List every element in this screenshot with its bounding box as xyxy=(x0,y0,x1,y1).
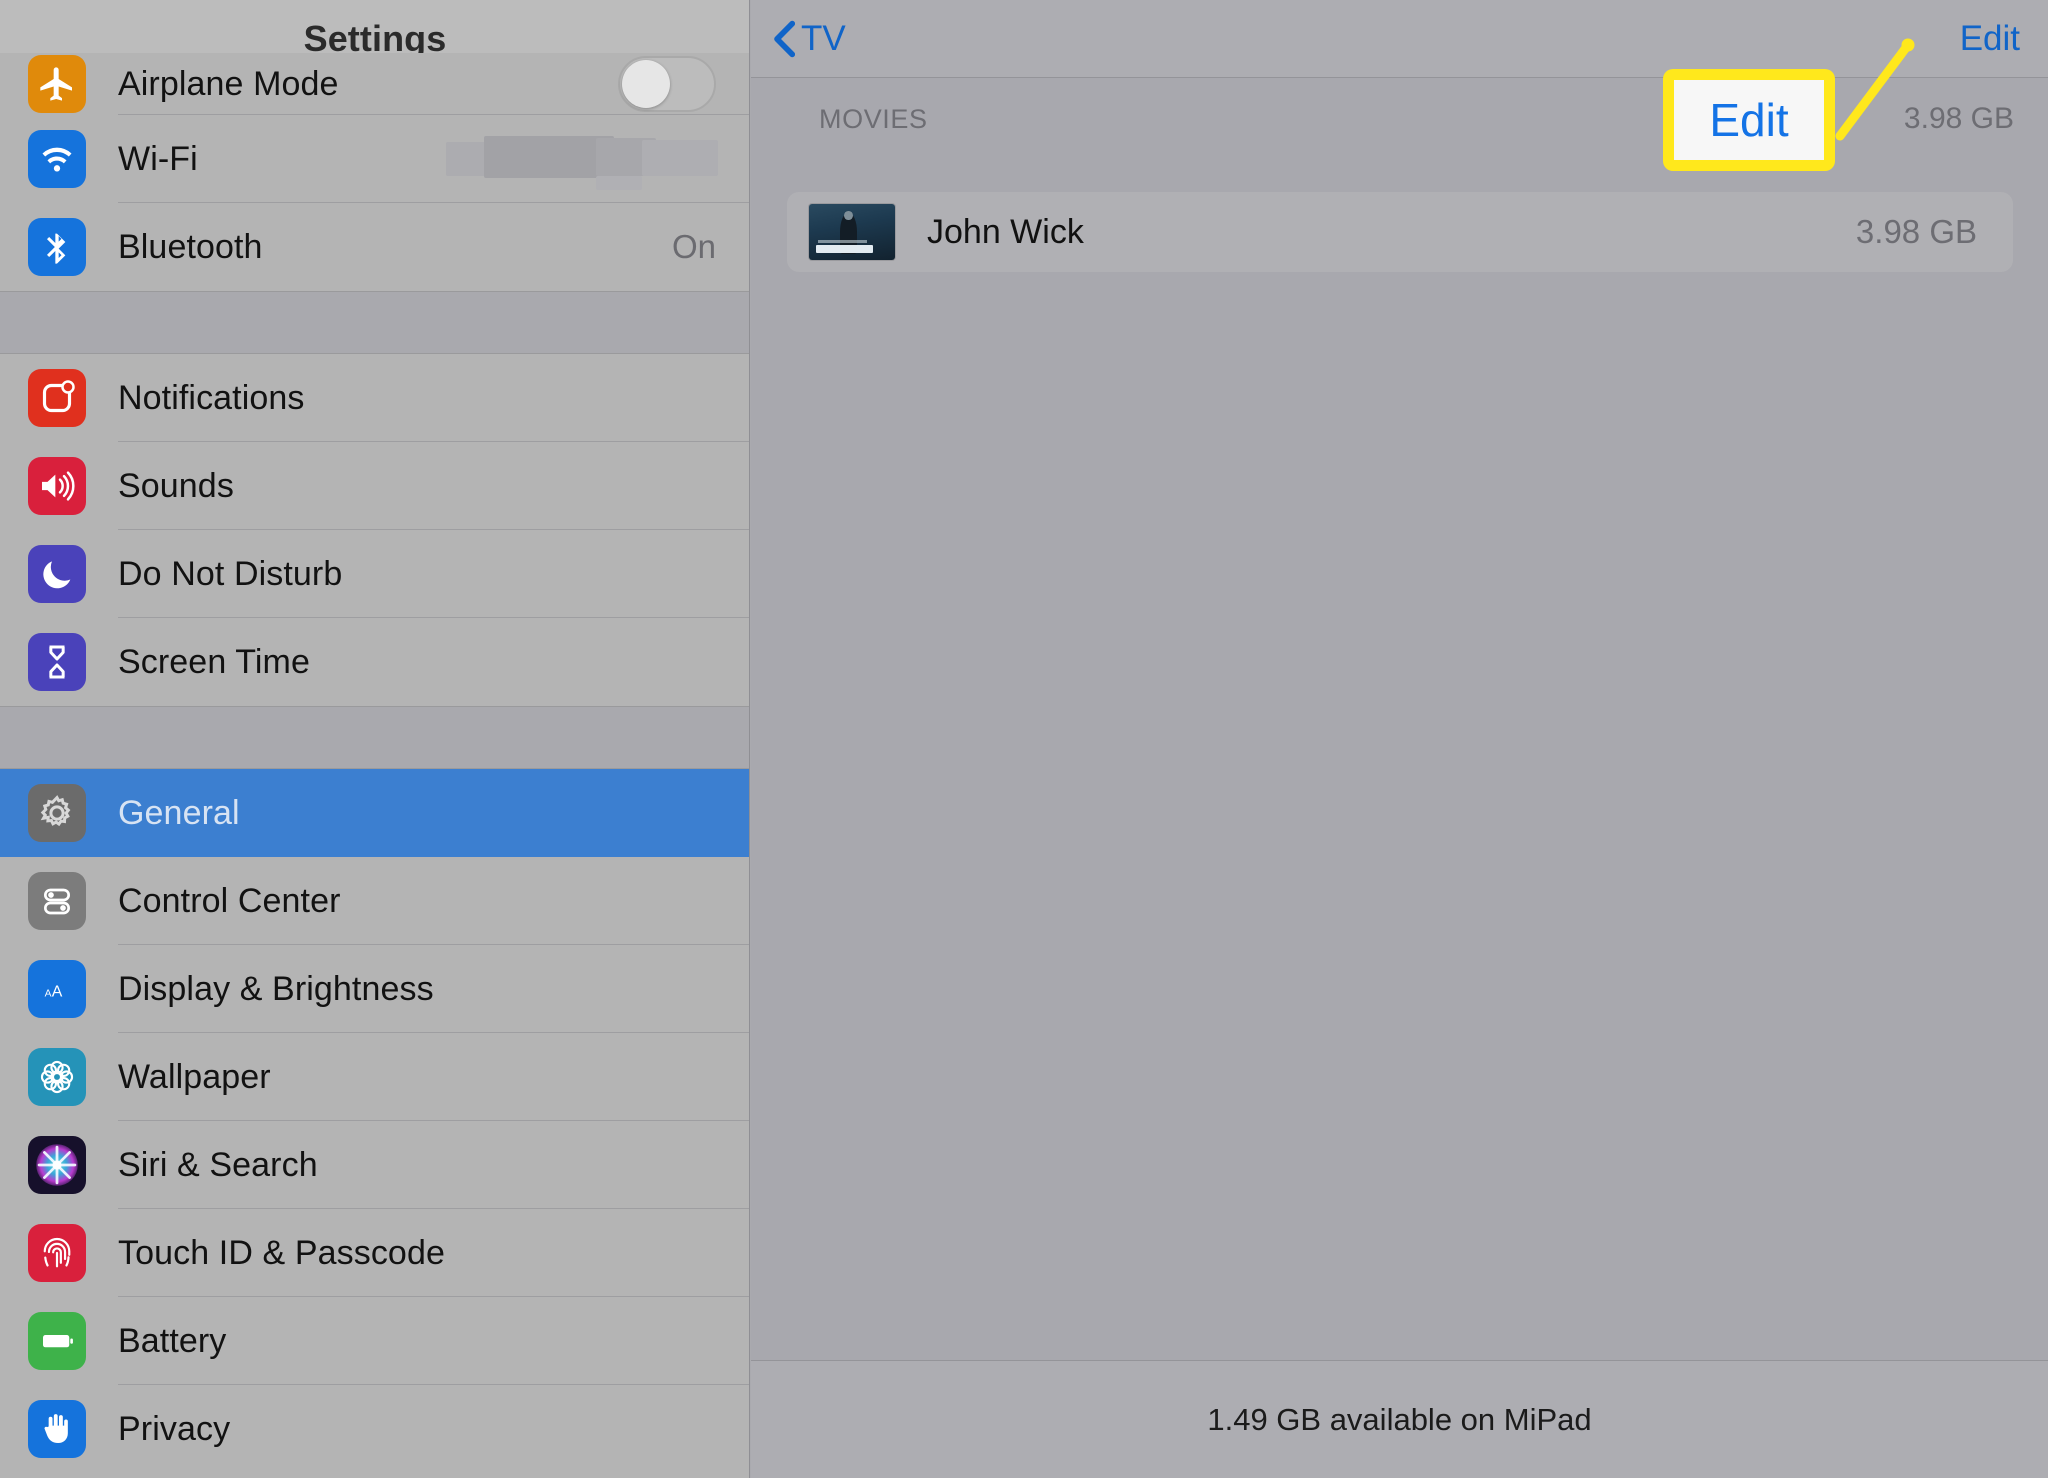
ipad-settings-screen: Settings Airplane Mode Wi-Fi Bluetooth O… xyxy=(0,0,2048,1478)
sidebar-item-label: Privacy xyxy=(118,1409,231,1448)
section-label: MOVIES xyxy=(819,104,928,134)
sounds-icon xyxy=(28,457,86,515)
sidebar-item-bluetooth[interactable]: Bluetooth On xyxy=(0,203,749,291)
svg-text:A: A xyxy=(45,989,52,1000)
display-brightness-icon: AA xyxy=(28,960,86,1018)
sidebar-item-touch-id-passcode[interactable]: Touch ID & Passcode xyxy=(0,1209,749,1297)
sidebar-item-label: General xyxy=(118,793,240,832)
sidebar-item-label: Display & Brightness xyxy=(118,969,434,1008)
callout-label: Edit xyxy=(1709,94,1789,146)
sidebar-item-control-center[interactable]: Control Center xyxy=(0,857,749,945)
tv-storage-detail-pane: TV Edit MOVIES 3.98 GB John Wick 3.98 GB… xyxy=(751,0,2048,1478)
john-wick-poster xyxy=(809,204,895,260)
hourglass-icon xyxy=(28,633,86,691)
sidebar-item-label: Bluetooth xyxy=(118,227,263,266)
sidebar-item-label: Siri & Search xyxy=(118,1145,318,1184)
notifications-icon xyxy=(28,369,86,427)
movie-size-value: 3.98 GB xyxy=(1855,213,1977,250)
sidebar-group-system: General Control Center AA Display & Brig… xyxy=(0,769,749,1473)
sidebar-group-connectivity: Airplane Mode Wi-Fi Bluetooth On xyxy=(0,53,749,291)
sidebar-group-divider xyxy=(0,706,749,769)
sidebar-item-privacy[interactable]: Privacy xyxy=(0,1385,749,1473)
sidebar-item-screen-time[interactable]: Screen Time xyxy=(0,618,749,706)
available-storage-text: 1.49 GB available on MiPad xyxy=(1207,1401,1592,1437)
sidebar-item-notifications[interactable]: Notifications xyxy=(0,354,749,442)
sidebar-group-divider xyxy=(0,291,749,354)
sidebar-item-airplane-mode[interactable]: Airplane Mode xyxy=(0,53,749,115)
sidebar-item-label: Screen Time xyxy=(118,642,310,681)
sidebar-item-label: Control Center xyxy=(118,881,341,920)
chevron-left-icon xyxy=(774,20,795,58)
airplane-mode-toggle[interactable] xyxy=(618,56,716,112)
edit-highlight-callout: Edit xyxy=(1663,69,1835,171)
sidebar-item-battery[interactable]: Battery xyxy=(0,1297,749,1385)
sidebar-item-sounds[interactable]: Sounds xyxy=(0,442,749,530)
storage-footer-bar: 1.49 GB available on MiPad xyxy=(751,1360,2048,1478)
bluetooth-status-value: On xyxy=(671,228,716,265)
privacy-hand-icon xyxy=(28,1400,86,1458)
svg-text:A: A xyxy=(52,984,63,1001)
wallpaper-icon xyxy=(28,1048,86,1106)
battery-icon xyxy=(28,1312,86,1370)
wifi-icon xyxy=(28,130,86,188)
bluetooth-icon xyxy=(28,218,86,276)
sidebar-item-do-not-disturb[interactable]: Do Not Disturb xyxy=(0,530,749,618)
annotation-leader-line xyxy=(1835,38,1915,141)
airplane-icon xyxy=(28,55,86,113)
toggle-knob xyxy=(622,60,670,108)
sidebar-item-wifi[interactable]: Wi-Fi xyxy=(0,115,749,203)
sidebar-item-siri-search[interactable]: Siri & Search xyxy=(0,1121,749,1209)
sidebar-group-alerts: Notifications Sounds Do Not Disturb Scre… xyxy=(0,354,749,706)
sidebar-scroll-area[interactable]: Airplane Mode Wi-Fi Bluetooth On Notific… xyxy=(0,53,749,1478)
moon-icon xyxy=(28,545,86,603)
list-item[interactable]: John Wick 3.98 GB xyxy=(787,192,2013,272)
sidebar-item-label: Do Not Disturb xyxy=(118,554,343,593)
back-button[interactable]: TV xyxy=(773,0,846,78)
back-button-label: TV xyxy=(801,19,846,58)
sidebar-item-label: Notifications xyxy=(118,378,305,417)
siri-icon xyxy=(28,1136,86,1194)
wifi-network-value-redacted xyxy=(446,136,718,190)
touch-id-icon xyxy=(28,1224,86,1282)
sidebar-item-display-brightness[interactable]: AA Display & Brightness xyxy=(0,945,749,1033)
sidebar-item-general[interactable]: General xyxy=(0,769,749,857)
sidebar-item-label: Touch ID & Passcode xyxy=(118,1233,445,1272)
sidebar-item-label: Wallpaper xyxy=(118,1057,271,1096)
sidebar-item-label: Airplane Mode xyxy=(118,64,339,103)
control-center-icon xyxy=(28,872,86,930)
sidebar-item-wallpaper[interactable]: Wallpaper xyxy=(0,1033,749,1121)
sidebar-item-label: Wi-Fi xyxy=(118,139,198,178)
sidebar-item-label: Sounds xyxy=(118,466,234,505)
movie-title: John Wick xyxy=(927,212,1084,251)
gear-icon xyxy=(28,784,86,842)
settings-sidebar: Settings Airplane Mode Wi-Fi Bluetooth O… xyxy=(0,0,750,1478)
sidebar-item-label: Battery xyxy=(118,1321,227,1360)
